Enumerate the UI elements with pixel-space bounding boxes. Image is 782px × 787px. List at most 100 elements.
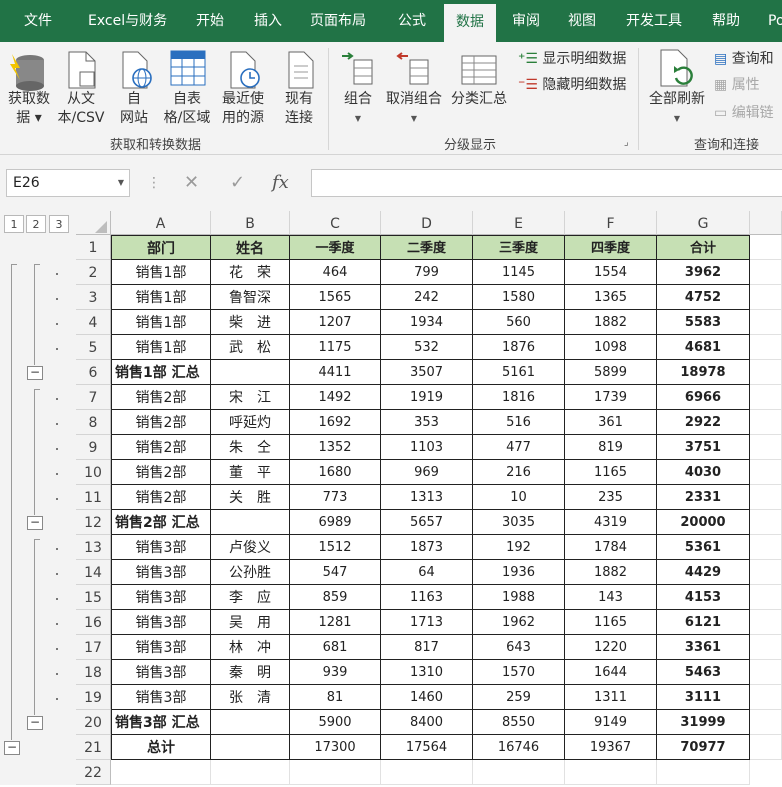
cell[interactable]: [750, 710, 782, 735]
cell[interactable]: 3507: [381, 360, 473, 385]
cell[interactable]: [750, 410, 782, 435]
tab-10[interactable]: 帮助: [712, 0, 740, 42]
cell[interactable]: [750, 510, 782, 535]
cell[interactable]: 1680: [290, 460, 381, 485]
properties-button[interactable]: ▦ 属性: [714, 76, 760, 95]
cell[interactable]: 公孙胜: [211, 560, 290, 585]
cell[interactable]: [750, 735, 782, 760]
cell[interactable]: 8550: [473, 710, 565, 735]
column-header-blank[interactable]: [750, 211, 782, 235]
cell[interactable]: 1220: [565, 635, 657, 660]
cell[interactable]: 1310: [381, 660, 473, 685]
cell[interactable]: 464: [290, 260, 381, 285]
cell[interactable]: 1554: [565, 260, 657, 285]
cell[interactable]: 1103: [381, 435, 473, 460]
cell[interactable]: 799: [381, 260, 473, 285]
cell[interactable]: 1882: [565, 310, 657, 335]
cell[interactable]: 1936: [473, 560, 565, 585]
cell[interactable]: 销售1部: [111, 260, 211, 285]
cell[interactable]: 817: [381, 635, 473, 660]
cell[interactable]: 1098: [565, 335, 657, 360]
cell[interactable]: 1644: [565, 660, 657, 685]
cell[interactable]: 6121: [657, 610, 750, 635]
cell[interactable]: 1739: [565, 385, 657, 410]
cell[interactable]: [750, 635, 782, 660]
cell[interactable]: 1784: [565, 535, 657, 560]
row-header[interactable]: 3: [76, 285, 111, 310]
row-header[interactable]: 7: [76, 385, 111, 410]
row-header[interactable]: 13: [76, 535, 111, 560]
cell[interactable]: 5900: [290, 710, 381, 735]
tab-2[interactable]: 开始: [196, 0, 224, 42]
cell[interactable]: 卢俊义: [211, 535, 290, 560]
cell[interactable]: 1934: [381, 310, 473, 335]
row-header[interactable]: 6: [76, 360, 111, 385]
cell[interactable]: 4681: [657, 335, 750, 360]
outline-level-button[interactable]: 1: [4, 215, 24, 233]
cell[interactable]: 20000: [657, 510, 750, 535]
cell[interactable]: 6966: [657, 385, 750, 410]
cell[interactable]: 8400: [381, 710, 473, 735]
cell[interactable]: 销售2部: [111, 435, 211, 460]
cell[interactable]: 秦 明: [211, 660, 290, 685]
cell[interactable]: 1165: [565, 460, 657, 485]
cell[interactable]: 1962: [473, 610, 565, 635]
subtotal-button[interactable]: 分类汇总: [448, 90, 510, 109]
row-header[interactable]: 4: [76, 310, 111, 335]
cell[interactable]: 773: [290, 485, 381, 510]
cell[interactable]: [750, 235, 782, 260]
cell[interactable]: 花 荣: [211, 260, 290, 285]
cell[interactable]: 4319: [565, 510, 657, 535]
group-button[interactable]: 组合 ▼: [340, 90, 376, 128]
column-header-F[interactable]: F: [565, 211, 657, 235]
row-header[interactable]: 8: [76, 410, 111, 435]
column-header-A[interactable]: A: [111, 211, 211, 235]
cell[interactable]: 3035: [473, 510, 565, 535]
cell[interactable]: 张 清: [211, 685, 290, 710]
cell[interactable]: 销售2部 汇总: [111, 510, 211, 535]
cell[interactable]: [750, 310, 782, 335]
cell[interactable]: 477: [473, 435, 565, 460]
column-header-G[interactable]: G: [657, 211, 750, 235]
enter-icon[interactable]: ✓: [230, 169, 245, 197]
cell[interactable]: 19367: [565, 735, 657, 760]
cell[interactable]: 董 平: [211, 460, 290, 485]
cell[interactable]: 6989: [290, 510, 381, 535]
cell[interactable]: [750, 385, 782, 410]
cell[interactable]: 1165: [565, 610, 657, 635]
cell[interactable]: 吴 用: [211, 610, 290, 635]
tab-1[interactable]: Excel与财务: [88, 0, 167, 42]
cell[interactable]: 4153: [657, 585, 750, 610]
cell[interactable]: [750, 485, 782, 510]
from-web-button[interactable]: 自 网站: [114, 90, 154, 128]
cell[interactable]: [750, 460, 782, 485]
ungroup-button[interactable]: 取消组合 ▼: [384, 90, 444, 128]
cell[interactable]: [750, 535, 782, 560]
cell[interactable]: 1570: [473, 660, 565, 685]
cell[interactable]: 销售3部: [111, 535, 211, 560]
cancel-icon[interactable]: ✕: [184, 169, 199, 197]
cell[interactable]: 2922: [657, 410, 750, 435]
cell[interactable]: 销售3部: [111, 660, 211, 685]
cell[interactable]: 4030: [657, 460, 750, 485]
cell[interactable]: 17564: [381, 735, 473, 760]
cell[interactable]: 呼延灼: [211, 410, 290, 435]
cell[interactable]: 70977: [657, 735, 750, 760]
cell[interactable]: 5657: [381, 510, 473, 535]
cell[interactable]: 939: [290, 660, 381, 685]
cell[interactable]: 1565: [290, 285, 381, 310]
outline-level-button[interactable]: 2: [26, 215, 46, 233]
cell[interactable]: 1919: [381, 385, 473, 410]
cell[interactable]: 销售2部: [111, 460, 211, 485]
cell[interactable]: 1988: [473, 585, 565, 610]
cell[interactable]: 1207: [290, 310, 381, 335]
tab-9[interactable]: 开发工具: [626, 0, 682, 42]
from-csv-button[interactable]: 从文 本/CSV: [54, 90, 108, 128]
cell[interactable]: 681: [290, 635, 381, 660]
cell[interactable]: 四季度: [565, 235, 657, 260]
cell[interactable]: [211, 710, 290, 735]
column-header-E[interactable]: E: [473, 211, 565, 235]
cell[interactable]: [750, 260, 782, 285]
cell[interactable]: 合计: [657, 235, 750, 260]
cell[interactable]: 216: [473, 460, 565, 485]
